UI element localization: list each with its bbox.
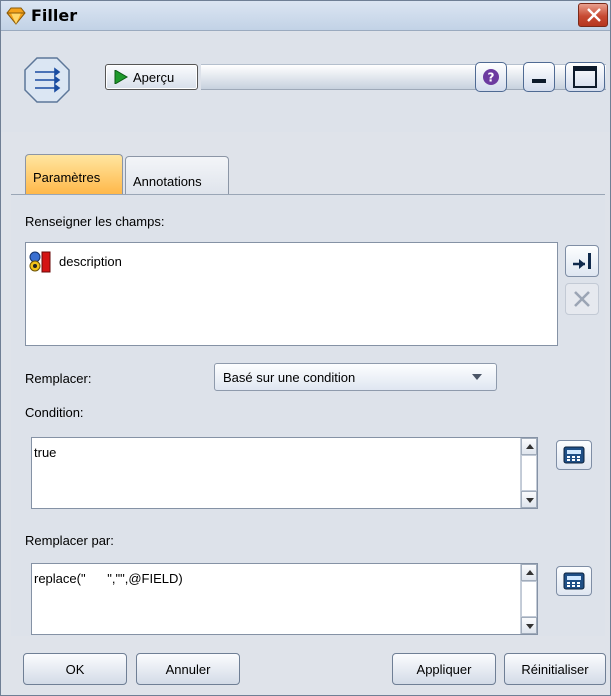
preview-label: Aperçu <box>133 70 175 85</box>
replace-label: Remplacer: <box>25 371 92 386</box>
fields-label: Renseigner les champs: <box>25 214 165 229</box>
scroll-track[interactable] <box>521 455 537 491</box>
condition-label: Condition: <box>25 405 84 420</box>
filler-node-icon <box>6 7 26 25</box>
ok-label: OK <box>65 662 85 677</box>
condition-text: true <box>34 445 57 460</box>
tab-annotations[interactable]: Annotations <box>125 156 229 194</box>
calculator-icon <box>563 572 585 590</box>
field-picker-icon <box>573 253 591 269</box>
play-icon <box>114 70 128 84</box>
scroll-up-icon[interactable] <box>521 564 537 581</box>
replace-mode-value: Basé sur une condition <box>223 370 356 385</box>
fields-list[interactable]: description <box>25 242 558 346</box>
tab-parametres[interactable]: Paramètres <box>25 154 123 194</box>
select-fields-button[interactable] <box>565 245 599 277</box>
maximize-button[interactable] <box>565 62 605 92</box>
minimize-button[interactable] <box>523 62 555 92</box>
reset-label: Réinitialiser <box>521 662 589 677</box>
replace-expression-builder-button[interactable] <box>556 566 592 596</box>
scroll-down-icon[interactable] <box>521 491 537 508</box>
cancel-button[interactable]: Annuler <box>136 653 240 685</box>
scroll-track[interactable] <box>521 581 537 617</box>
remove-field-button[interactable] <box>565 283 599 315</box>
scroll-down-icon[interactable] <box>521 617 537 634</box>
maximize-icon <box>573 66 597 88</box>
scroll-up-icon[interactable] <box>521 438 537 455</box>
delete-icon <box>574 291 590 307</box>
apply-label: Appliquer <box>416 662 472 677</box>
condition-expression-builder-button[interactable] <box>556 440 592 470</box>
replace-mode-select[interactable]: Basé sur une condition <box>214 363 497 391</box>
window-title: Filler <box>31 6 78 25</box>
close-icon <box>587 8 601 22</box>
preview-button[interactable]: Aperçu <box>105 64 198 90</box>
help-icon: ? <box>483 69 499 85</box>
help-button[interactable]: ? <box>475 62 507 92</box>
minimize-icon <box>532 79 546 83</box>
field-type-icon <box>29 251 51 273</box>
reset-button[interactable]: Réinitialiser <box>504 653 606 685</box>
apply-button[interactable]: Appliquer <box>392 653 496 685</box>
field-name: description <box>59 254 122 269</box>
svg-text:?: ? <box>488 71 495 85</box>
close-button[interactable] <box>578 3 608 27</box>
filler-node-icon <box>24 57 70 103</box>
title-bar[interactable]: Filler <box>1 1 610 31</box>
calculator-icon <box>563 446 585 464</box>
chevron-down-icon <box>472 374 482 380</box>
ok-button[interactable]: OK <box>23 653 127 685</box>
cancel-label: Annuler <box>165 662 211 677</box>
toolbar: Aperçu ? <box>1 32 610 132</box>
filler-dialog: Filler Aperçu ? Paramètres Annotations R… <box>0 0 611 696</box>
replace-with-text: replace(" ","",@FIELD) <box>34 571 183 586</box>
tab-parametres-label: Paramètres <box>33 170 101 185</box>
replace-with-scrollbar[interactable] <box>520 564 537 634</box>
replace-with-input[interactable]: replace(" ","",@FIELD) <box>31 563 538 635</box>
condition-scrollbar[interactable] <box>520 438 537 508</box>
tab-annotations-label: Annotations <box>133 174 202 189</box>
condition-input[interactable]: true <box>31 437 538 509</box>
replace-with-label: Remplacer par: <box>25 533 114 548</box>
